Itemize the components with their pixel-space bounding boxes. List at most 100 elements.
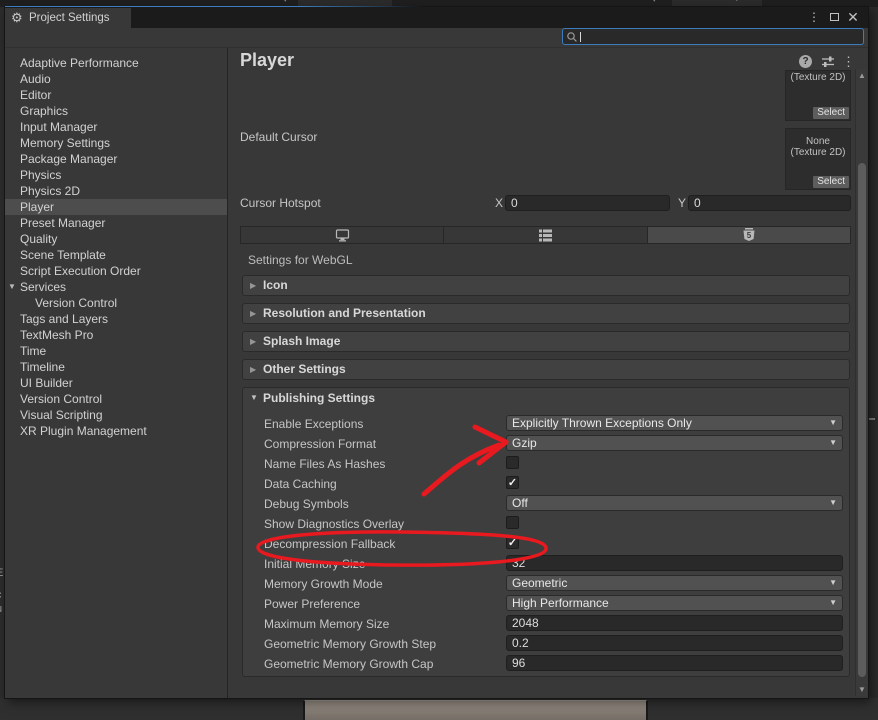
sidebar-item-label: Tags and Layers: [20, 312, 109, 326]
sidebar-item-player[interactable]: ▼ Player: [5, 199, 227, 215]
sidebar-item-graphics[interactable]: ▼ Graphics: [5, 103, 227, 119]
gear-icon: ⚙: [11, 10, 23, 25]
select-button[interactable]: Select: [813, 107, 849, 119]
setting-label: Geometric Memory Growth Cap: [264, 657, 434, 671]
sidebar-item-quality[interactable]: ▼ Quality: [5, 231, 227, 247]
window-menu-button[interactable]: ⋮: [806, 9, 822, 25]
sidebar-item-ui-builder[interactable]: ▼ UI Builder: [5, 375, 227, 391]
tab-webgl[interactable]: 5: [647, 227, 850, 243]
hotspot-x-field[interactable]: 0: [505, 195, 670, 211]
sidebar-item-label: Script Execution Order: [20, 264, 141, 278]
checkbox-decompression-fallback[interactable]: ✓: [506, 536, 519, 549]
project-settings-tab[interactable]: ⚙ Project Settings: [5, 8, 131, 28]
select-button[interactable]: Select: [813, 176, 849, 188]
section-label: Splash Image: [263, 334, 341, 348]
dropdown-memory-growth-mode[interactable]: Geometric ▼: [506, 575, 843, 591]
setting-label: Show Diagnostics Overlay: [264, 517, 405, 531]
sidebar-item-label: Version Control: [35, 296, 118, 310]
background-scene-strip: [303, 700, 648, 720]
field-maximum-memory-size[interactable]: 2048: [506, 615, 843, 631]
checkbox-data-caching[interactable]: ✓: [506, 476, 519, 489]
tab-dedicated-server[interactable]: [444, 227, 648, 243]
sidebar-item-xr-plugin-management[interactable]: ▼ XR Plugin Management: [5, 423, 227, 439]
checkbox-name-files-as-hashes[interactable]: ✓: [506, 456, 519, 469]
sidebar-item-script-execution-order[interactable]: ▼ Script Execution Order: [5, 263, 227, 279]
clipped-text-fragment: c: [0, 589, 2, 601]
sidebar-item-physics[interactable]: ▼ Physics: [5, 167, 227, 183]
chevron-down-icon: ▼: [829, 578, 837, 587]
dropdown-debug-symbols[interactable]: Off ▼: [506, 495, 843, 511]
cursor-texture-box[interactable]: (Texture 2D) Select: [785, 70, 851, 121]
field-value: 32: [512, 556, 526, 570]
checkbox-show-diagnostics-overlay[interactable]: ✓: [506, 516, 519, 529]
sidebar-item-label: UI Builder: [20, 376, 73, 390]
clipped-text-fragment: E: [0, 567, 3, 579]
tab-standalone[interactable]: [241, 227, 445, 243]
section-splash-image[interactable]: ▶ Splash Image: [242, 331, 850, 352]
section-other-settings[interactable]: ▶ Other Settings: [242, 359, 850, 380]
screen: ▾ Game ▾ Hierarchy E c u ⚙ Project Setti…: [0, 0, 878, 720]
sidebar-item-timeline[interactable]: ▼ Timeline: [5, 359, 227, 375]
sidebar-item-editor[interactable]: ▼ Editor: [5, 87, 227, 103]
hierarchy-tab[interactable]: Hierarchy: [672, 0, 762, 7]
setting-label: Compression Format: [264, 437, 377, 451]
hotspot-y-field[interactable]: 0: [688, 195, 851, 211]
section-resolution-and-presentation[interactable]: ▶ Resolution and Presentation: [242, 303, 850, 324]
sidebar-item-version-control[interactable]: ▼ Version Control: [5, 391, 227, 407]
settings-for-label: Settings for WebGL: [248, 253, 353, 267]
field-geometric-memory-growth-step[interactable]: 0.2: [506, 635, 843, 651]
field-value: 96: [512, 656, 526, 670]
dropdown-value: Off: [512, 496, 528, 510]
publishing-row: Decompression Fallback ✓: [264, 535, 843, 555]
sidebar-item-time[interactable]: ▼ Time: [5, 343, 227, 359]
section-icon[interactable]: ▶ Icon: [242, 275, 850, 296]
sidebar-item-package-manager[interactable]: ▼ Package Manager: [5, 151, 227, 167]
sidebar-item-services[interactable]: ▼ Services: [5, 279, 227, 295]
default-cursor-texture-box[interactable]: None (Texture 2D) Select: [785, 128, 851, 190]
maximize-icon: [829, 13, 839, 21]
close-button[interactable]: ✕: [845, 9, 861, 25]
setting-label: Initial Memory Size: [264, 557, 366, 571]
setting-label: Geometric Memory Growth Step: [264, 637, 437, 651]
setting-label: Enable Exceptions: [264, 417, 364, 431]
sidebar-item-label: Input Manager: [20, 120, 98, 134]
sidebar-item-tags-and-layers[interactable]: ▼ Tags and Layers: [5, 311, 227, 327]
dropdown-compression-format[interactable]: Gzip ▼: [506, 435, 843, 451]
sidebar-item-textmesh-pro[interactable]: ▼ TextMesh Pro: [5, 327, 227, 343]
sidebar-item-audio[interactable]: ▼ Audio: [5, 71, 227, 87]
scroll-down-icon[interactable]: ▼: [857, 685, 867, 694]
sidebar-item-scene-template[interactable]: ▼ Scene Template: [5, 247, 227, 263]
background-fragment: [869, 418, 875, 420]
section-label: Icon: [263, 278, 288, 292]
vertical-scrollbar[interactable]: ▲ ▼: [855, 69, 867, 696]
sidebar-item-preset-manager[interactable]: ▼ Preset Manager: [5, 215, 227, 231]
chevron-down-icon: ▼: [829, 498, 837, 507]
section-publishing-settings[interactable]: ▼ Publishing Settings: [243, 388, 849, 408]
search-input[interactable]: [562, 28, 864, 45]
sidebar-item-version-control[interactable]: ▼ Version Control: [5, 295, 227, 311]
sidebar-item-visual-scripting[interactable]: ▼ Visual Scripting: [5, 407, 227, 423]
publishing-row: Enable Exceptions Explicitly Thrown Exce…: [264, 415, 843, 435]
presets-icon[interactable]: [821, 55, 835, 68]
sidebar-item-label: Services: [20, 280, 67, 294]
sidebar-item-label: Adaptive Performance: [20, 56, 139, 70]
scrollbar-thumb[interactable]: [858, 163, 866, 677]
sidebar-item-memory-settings[interactable]: ▼ Memory Settings: [5, 135, 227, 151]
foldout-open-icon[interactable]: ▼: [8, 279, 16, 295]
dropdown-enable-exceptions[interactable]: Explicitly Thrown Exceptions Only ▼: [506, 415, 843, 431]
scroll-up-icon[interactable]: ▲: [857, 71, 867, 80]
help-icon[interactable]: ?: [799, 55, 812, 68]
sidebar-item-adaptive-performance[interactable]: ▼ Adaptive Performance: [5, 55, 227, 71]
dropdown-value: Gzip: [512, 436, 537, 450]
window-titlebar[interactable]: ⚙ Project Settings ⋮ ✕: [5, 7, 868, 28]
field-initial-memory-size[interactable]: 32: [506, 555, 843, 571]
field-geometric-memory-growth-cap[interactable]: 96: [506, 655, 843, 671]
section-label: Publishing Settings: [263, 391, 376, 405]
foldout-closed-icon: ▶: [250, 337, 257, 346]
sidebar-item-physics-2d[interactable]: ▼ Physics 2D: [5, 183, 227, 199]
checkmark-icon: ✓: [507, 537, 518, 549]
maximize-button[interactable]: [826, 9, 842, 25]
dropdown-power-preference[interactable]: High Performance ▼: [506, 595, 843, 611]
sidebar-item-input-manager[interactable]: ▼ Input Manager: [5, 119, 227, 135]
context-menu-icon[interactable]: ⋮: [842, 55, 855, 68]
